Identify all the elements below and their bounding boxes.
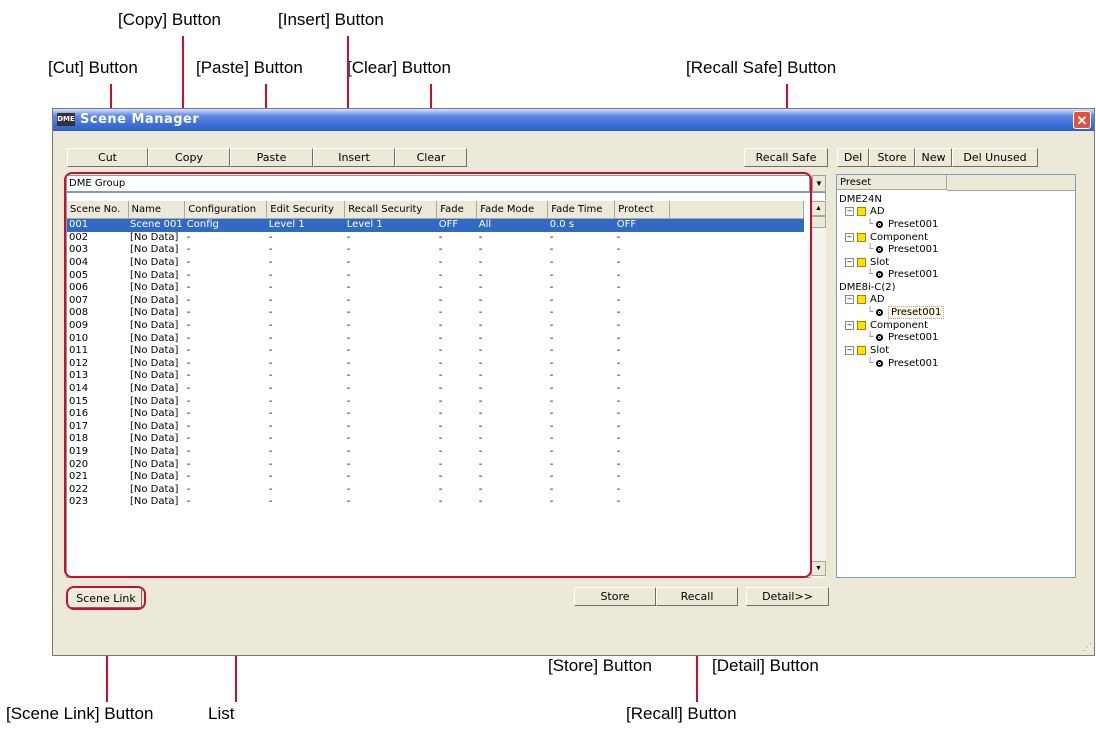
list-callout: List (208, 704, 235, 723)
tree-label: Preset001 (888, 358, 939, 369)
scroll-thumb[interactable] (811, 216, 826, 228)
resize-grip-icon[interactable]: ⋰ (1082, 642, 1092, 653)
tree-label: AD (870, 294, 885, 305)
tree-folder[interactable]: − AD (845, 206, 885, 218)
clear-button[interactable]: Clear (395, 148, 467, 167)
tree-folder[interactable]: − AD (845, 294, 885, 306)
paste-button[interactable]: Paste (230, 148, 313, 167)
preset-tree-header-blank (947, 175, 1075, 191)
dme-app-icon: DME (57, 113, 75, 126)
tree-label: Component (870, 232, 929, 243)
folder-icon (857, 345, 866, 355)
preset-store-button[interactable]: Store (869, 148, 915, 167)
scene-link-highlight (66, 586, 146, 610)
copy-button[interactable]: Copy (148, 148, 230, 167)
preset-tree-header[interactable]: Preset (837, 175, 947, 190)
tree-preset[interactable]: └ Preset001 (867, 244, 938, 256)
detail-button[interactable]: Detail>> (746, 587, 829, 606)
tree-label: Preset001 (888, 269, 939, 280)
tree-label: DME24N (839, 194, 882, 205)
preset-icon (876, 308, 884, 316)
del-unused-button[interactable]: Del Unused (952, 148, 1038, 167)
tree-preset[interactable]: └ Preset001 (867, 269, 938, 281)
tree-connector: └ (867, 244, 874, 255)
tree-folder[interactable]: − Component (845, 320, 928, 332)
insert-callout: [Insert] Button (278, 10, 384, 29)
chevron-down-icon[interactable]: ▼ (812, 175, 826, 192)
tree-preset[interactable]: └ Preset001 (867, 219, 938, 231)
insert-button[interactable]: Insert (313, 148, 395, 167)
tree-connector: └ (867, 332, 874, 343)
preset-tree: Preset DME24N − AD └ Preset001− Component └ Pre… (836, 174, 1076, 578)
close-icon[interactable]: ✕ (1073, 111, 1091, 129)
tree-label: Preset001 (888, 306, 945, 319)
store-button[interactable]: Store (574, 587, 656, 606)
collapse-icon[interactable]: − (845, 257, 854, 267)
folder-icon (857, 320, 866, 330)
folder-icon (857, 294, 866, 304)
preset-icon (876, 270, 884, 278)
folder-icon (857, 206, 866, 216)
tree-device[interactable]: DME8i-C(2) (839, 282, 896, 294)
collapse-icon[interactable]: − (845, 206, 854, 216)
tree-label: DME8i-C(2) (839, 282, 896, 293)
window-title: Scene Manager (80, 112, 200, 127)
tree-connector: └ (867, 219, 874, 230)
recall-safe-callout: [Recall Safe] Button (686, 58, 837, 77)
scene-link-callout: [Scene Link] Button (6, 704, 154, 723)
tree-label: Slot (870, 345, 890, 356)
paste-callout: [Paste] Button (196, 58, 303, 77)
tree-device[interactable]: DME24N (839, 194, 882, 206)
store-callout: [Store] Button (548, 656, 652, 675)
preset-icon (876, 220, 884, 228)
scroll-up-icon[interactable]: ▲ (811, 201, 826, 216)
tree-connector: └ (867, 358, 874, 369)
tree-preset[interactable]: └ Preset001 (867, 358, 938, 370)
tree-connector: └ (867, 307, 874, 318)
preset-icon (876, 359, 884, 367)
tree-folder[interactable]: − Slot (845, 345, 889, 357)
recall-button[interactable]: Recall (656, 587, 738, 606)
cut-callout: [Cut] Button (48, 58, 138, 77)
preset-new-button[interactable]: New (915, 148, 952, 167)
preset-icon (876, 333, 884, 341)
tree-folder[interactable]: − Component (845, 232, 928, 244)
tree-label: Preset001 (888, 219, 939, 230)
tree-preset[interactable]: └ Preset001 (867, 332, 938, 344)
tree-label: Preset001 (888, 244, 939, 255)
preset-del-button[interactable]: Del (837, 148, 869, 167)
copy-callout: [Copy] Button (118, 10, 222, 29)
cut-button[interactable]: Cut (67, 148, 148, 167)
collapse-icon[interactable]: − (845, 294, 854, 304)
clear-callout: [Clear] Button (347, 58, 451, 77)
list-scrollbar[interactable]: ▲ ▼ (810, 200, 826, 578)
tree-label: AD (870, 206, 885, 217)
tree-folder[interactable]: − Slot (845, 257, 889, 269)
recall-safe-button[interactable]: Recall Safe (744, 148, 828, 167)
scroll-down-icon[interactable]: ▼ (811, 561, 826, 576)
collapse-icon[interactable]: − (845, 232, 854, 242)
tree-connector: └ (867, 269, 874, 280)
title-bar: DME Scene Manager ✕ (53, 109, 1094, 131)
folder-icon (857, 232, 866, 242)
preset-icon (876, 245, 884, 253)
recall-callout: [Recall] Button (626, 704, 737, 723)
collapse-icon[interactable]: − (845, 320, 854, 330)
tree-preset[interactable]: └ Preset001 (867, 306, 945, 319)
list-highlight (64, 172, 812, 578)
folder-icon (857, 257, 866, 267)
tree-label: Slot (870, 257, 890, 268)
tree-label: Component (870, 320, 929, 331)
detail-callout: [Detail] Button (712, 656, 819, 675)
collapse-icon[interactable]: − (845, 345, 854, 355)
tree-label: Preset001 (888, 332, 939, 343)
